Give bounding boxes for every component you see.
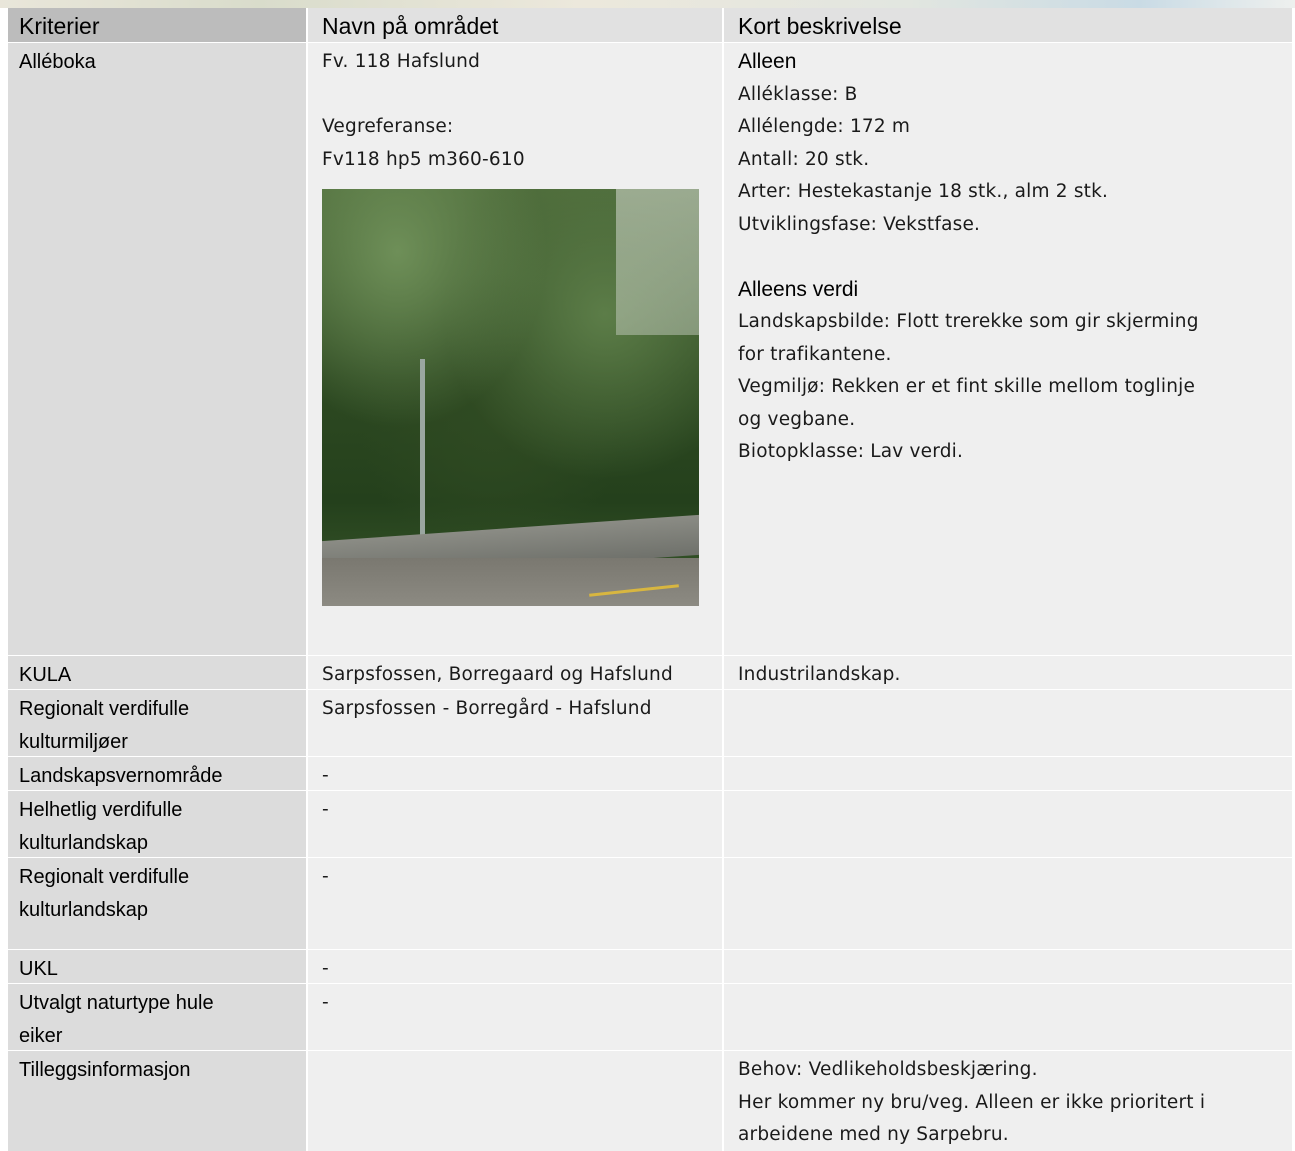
road-reference-label: Vegreferanse: xyxy=(322,116,454,137)
criteria-label: kulturlandskap xyxy=(19,831,148,854)
criteria-cell: Regionalt verdifulle kulturmiljøer xyxy=(8,690,306,756)
description-cell xyxy=(724,757,1292,790)
description-line: Vegmiljø: Rekken er et fint skille mello… xyxy=(738,376,1196,397)
description-line: Utviklingsfase: Vekstfase. xyxy=(738,213,981,235)
area-name-cell: - xyxy=(308,950,722,983)
description-cell xyxy=(724,858,1292,949)
criteria-label: KULA xyxy=(19,664,72,686)
criteria-cell: KULA xyxy=(8,656,306,689)
criteria-label: kulturmiljøer xyxy=(19,730,128,753)
area-name-cell: - xyxy=(308,984,722,1050)
criteria-label: Regionalt verdifulle xyxy=(19,866,190,888)
criteria-cell: UKL xyxy=(8,950,306,983)
header-criteria: Kriterier xyxy=(19,13,100,39)
criteria-cell: Alléboka xyxy=(8,43,306,655)
description-cell xyxy=(724,791,1292,857)
description-line: Alléklasse: B xyxy=(738,83,858,105)
area-name: - xyxy=(322,799,329,820)
avenue-value-heading: Alleens verdi xyxy=(738,277,859,301)
header-cell-criteria: Kriterier xyxy=(8,8,306,42)
description-cell: Industrilandskap. xyxy=(724,656,1292,689)
criteria-table: Kriterier Navn på området Kort beskrivel… xyxy=(8,8,1292,1151)
description-cell xyxy=(724,984,1292,1050)
criteria-label: UKL xyxy=(19,958,58,980)
description-cell xyxy=(724,690,1292,756)
area-name: Sarpsfossen, Borregaard og Hafslund xyxy=(322,664,673,685)
area-name-cell: Sarpsfossen, Borregaard og Hafslund xyxy=(308,656,722,689)
area-name-cell xyxy=(308,1051,722,1151)
criteria-cell: Regionalt verdifulle kulturlandskap xyxy=(8,858,306,949)
description-cell: Behov: Vedlikeholdsbeskjæring. Her komme… xyxy=(724,1051,1292,1151)
description-line: for trafikantene. xyxy=(738,343,892,365)
description-line: Her kommer ny bru/veg. Alleen er ikke pr… xyxy=(738,1091,1206,1113)
area-name: - xyxy=(322,958,329,979)
area-name-cell: - xyxy=(308,757,722,790)
criteria-label: Landskapsvernområde xyxy=(19,765,223,787)
criteria-label: Utvalgt naturtype hule xyxy=(19,992,214,1014)
description-line: Landskapsbilde: Flott trerekke som gir s… xyxy=(738,311,1199,332)
criteria-cell: Landskapsvernområde xyxy=(8,757,306,790)
criteria-cell: Tilleggsinformasjon xyxy=(8,1051,306,1151)
area-name-cell: Sarpsfossen - Borregård - Hafslund xyxy=(308,690,722,756)
area-name: - xyxy=(322,765,329,786)
description-line: Allélengde: 172 m xyxy=(738,116,911,137)
area-name-cell: - xyxy=(308,791,722,857)
avenue-heading: Alleen xyxy=(738,50,797,73)
description-cell xyxy=(724,950,1292,983)
criteria-label: Helhetlig verdifulle xyxy=(19,799,183,821)
criteria-cell: Helhetlig verdifulle kulturlandskap xyxy=(8,791,306,857)
description-line: Biotopklasse: Lav verdi. xyxy=(738,441,964,462)
criteria-label: Tilleggsinformasjon xyxy=(19,1059,191,1081)
area-name-cell: - xyxy=(308,858,722,949)
area-name: Sarpsfossen - Borregård - Hafslund xyxy=(322,698,652,719)
header-area-name: Navn på området xyxy=(322,13,499,39)
criteria-label: kulturlandskap xyxy=(19,898,148,921)
area-name: - xyxy=(322,866,329,887)
description-line: Industrilandskap. xyxy=(738,664,901,685)
criteria-label: Regionalt verdifulle xyxy=(19,698,190,720)
avenue-trees-photo xyxy=(322,189,699,606)
description-line: Antall: 20 stk. xyxy=(738,148,870,170)
area-name: - xyxy=(322,992,329,1013)
description-line: og vegbane. xyxy=(738,408,856,430)
header-cell-description: Kort beskrivelse xyxy=(724,8,1292,42)
area-name: Fv. 118 Hafslund xyxy=(322,51,481,72)
header-short-description: Kort beskrivelse xyxy=(738,13,902,39)
criteria-label: eiker xyxy=(19,1024,63,1047)
criteria-cell: Utvalgt naturtype hule eiker xyxy=(8,984,306,1050)
description-line: Behov: Vedlikeholdsbeskjæring. xyxy=(738,1059,1038,1080)
header-cell-name: Navn på området xyxy=(308,8,722,42)
area-name-cell: Fv. 118 Hafslund Vegreferanse: Fv118 hp5… xyxy=(308,43,722,655)
description-cell: Alleen Alléklasse: B Allélengde: 172 m A… xyxy=(724,43,1292,655)
description-line: Arter: Hestekastanje 18 stk., alm 2 stk. xyxy=(738,181,1109,202)
background-map-strip xyxy=(0,0,1295,8)
criteria-label: Alléboka xyxy=(19,51,96,73)
road-reference-value: Fv118 hp5 m360-610 xyxy=(322,148,525,170)
description-line: arbeidene med ny Sarpebru. xyxy=(738,1124,1009,1145)
